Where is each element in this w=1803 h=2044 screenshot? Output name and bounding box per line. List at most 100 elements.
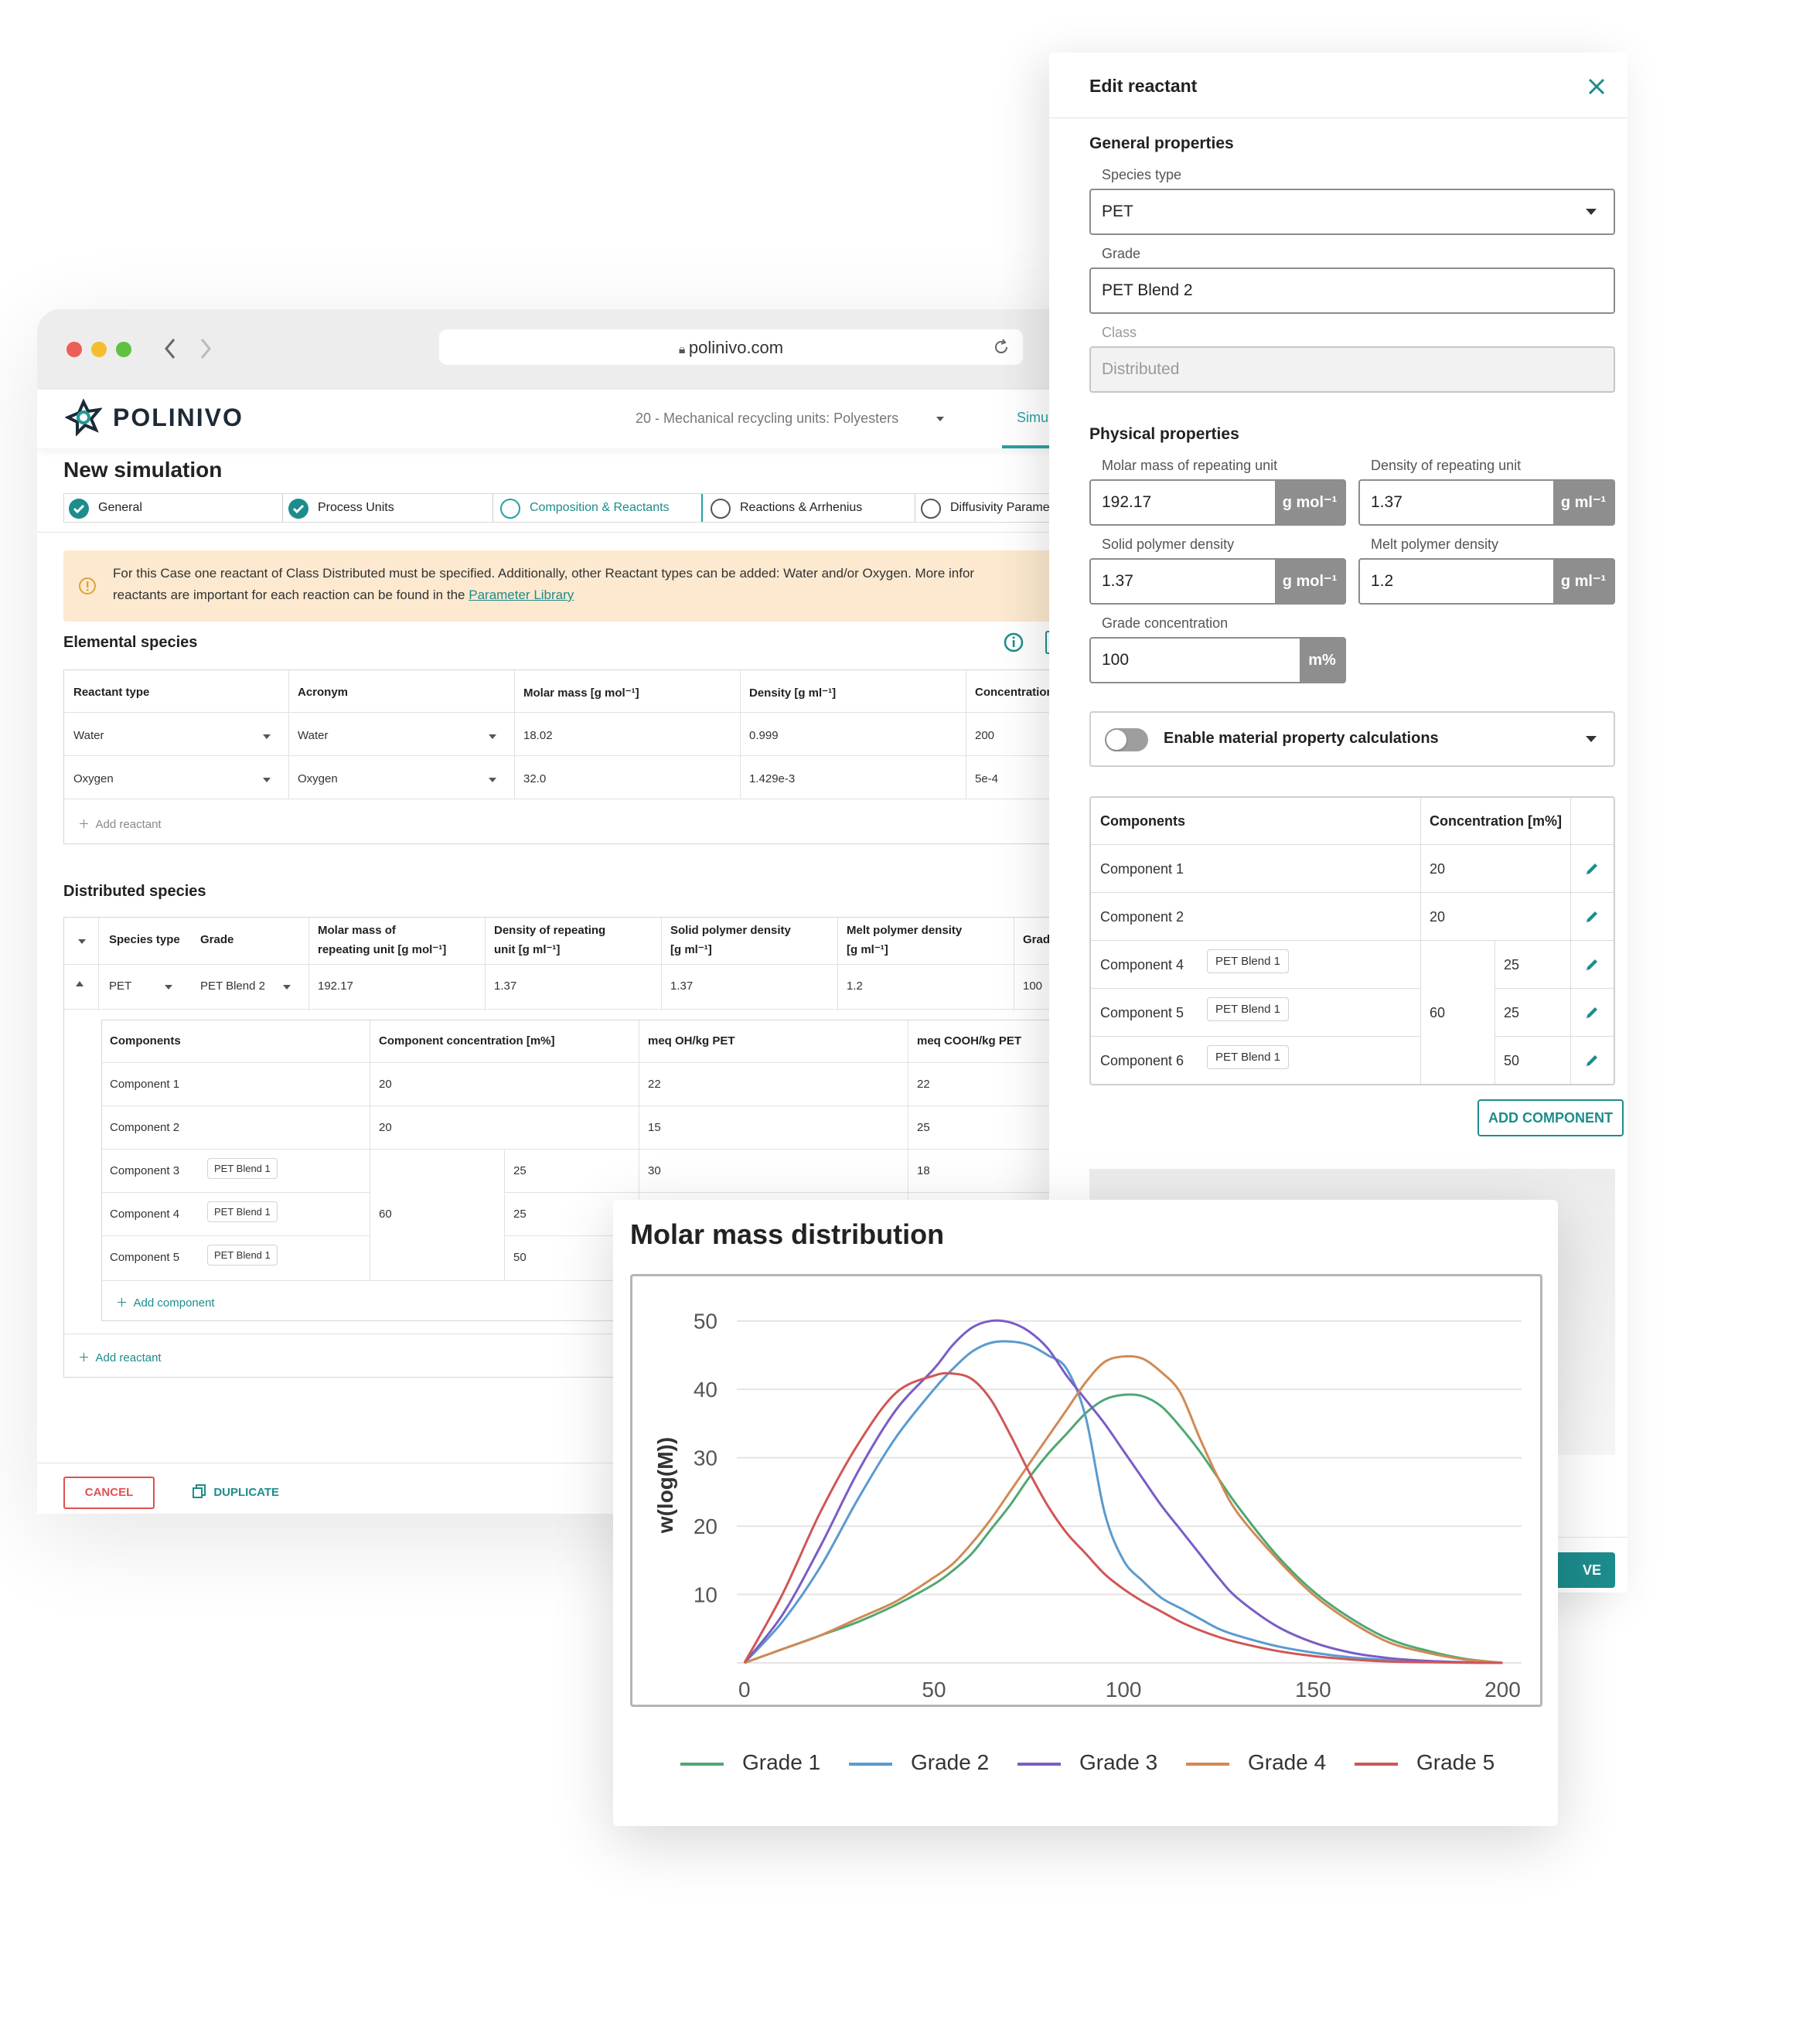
edit-icon[interactable] — [1584, 861, 1600, 877]
molar-mass-value: 192.17 — [1102, 493, 1152, 511]
acronym-select[interactable]: Water — [298, 729, 328, 742]
duplicate-button[interactable]: DUPLICATE — [192, 1477, 279, 1509]
component-concentration[interactable]: 20 — [1430, 909, 1445, 925]
species-type-select[interactable]: PET — [109, 979, 131, 993]
legend-item[interactable]: Grade 4 — [1186, 1750, 1326, 1775]
melt-density-value: 1.2 — [1371, 572, 1394, 590]
add-component-button[interactable]: ＋ Add component — [116, 1294, 215, 1310]
molar-mass-cell[interactable]: 18.02 — [523, 729, 553, 742]
sub-concentration[interactable]: 25 — [1504, 1005, 1519, 1021]
concentration-cell[interactable]: 200 — [975, 729, 994, 742]
solid-density-cell[interactable]: 1.37 — [670, 979, 693, 993]
component-concentration[interactable]: 20 — [379, 1121, 392, 1134]
grade-input[interactable]: PET Blend 2 — [1089, 267, 1615, 314]
add-reactant-button[interactable]: ＋ Add reactant — [78, 816, 162, 832]
group-concentration[interactable]: 60 — [379, 1208, 392, 1221]
density-input[interactable]: 1.37 g ml⁻¹ — [1358, 479, 1615, 526]
forward-icon[interactable] — [198, 337, 213, 360]
legend-swatch — [1186, 1762, 1229, 1766]
group-concentration[interactable]: 60 — [1430, 1005, 1445, 1021]
species-type-select[interactable]: PET — [1089, 189, 1615, 235]
sub-concentration[interactable]: 25 — [513, 1164, 527, 1177]
step-label: Process Units — [318, 501, 394, 514]
meq-cooh-cell[interactable]: 22 — [917, 1078, 930, 1091]
component-concentration[interactable]: 20 — [379, 1078, 392, 1091]
parameter-library-link[interactable]: Parameter Library — [469, 588, 574, 602]
step-general[interactable]: General — [64, 494, 281, 522]
grade-select[interactable]: PET Blend 2 — [200, 979, 265, 993]
y-axis-label: w(log(M)) — [653, 1437, 677, 1534]
chevron-up-icon[interactable] — [75, 979, 84, 987]
address-bar[interactable]: 🔒︎ polinivo.com — [439, 329, 1023, 365]
concentration-cell[interactable]: 5e-4 — [975, 772, 998, 785]
edit-icon[interactable] — [1584, 1005, 1600, 1020]
chevron-down-icon[interactable] — [283, 985, 291, 990]
acronym-select[interactable]: Oxygen — [298, 772, 338, 785]
density-cell[interactable]: 1.37 — [494, 979, 516, 993]
maximize-window-icon[interactable] — [116, 342, 131, 357]
close-window-icon[interactable] — [66, 342, 82, 357]
grade-concentration-label: Grade concentration — [1102, 615, 1229, 631]
legend-item[interactable]: Grade 5 — [1355, 1750, 1495, 1775]
chevron-down-icon[interactable] — [78, 939, 86, 944]
legend-item[interactable]: Grade 3 — [1017, 1750, 1157, 1775]
chevron-down-icon[interactable] — [1586, 736, 1597, 742]
reactant-type-select[interactable]: Oxygen — [73, 772, 114, 785]
polinivo-logo-icon[interactable] — [65, 399, 102, 436]
chevron-down-icon[interactable] — [263, 734, 271, 739]
chevron-down-icon[interactable] — [489, 734, 496, 739]
app-header: POLINIVO 20 - Mechanical recycling units… — [37, 390, 1116, 448]
chevron-down-icon[interactable] — [1586, 209, 1597, 215]
physical-properties-title: Physical properties — [1089, 425, 1239, 443]
chevron-down-icon[interactable] — [489, 778, 496, 782]
edit-icon[interactable] — [1584, 1053, 1600, 1068]
melt-density-cell[interactable]: 1.2 — [847, 979, 863, 993]
reactant-type-select[interactable]: Water — [73, 729, 104, 742]
grade-concentration-input[interactable]: 100 m% — [1089, 637, 1346, 683]
component-name: Component 2 — [1100, 909, 1184, 925]
molar-mass-cell[interactable]: 192.17 — [318, 979, 353, 993]
density-cell[interactable]: 0.999 — [749, 729, 779, 742]
info-icon[interactable] — [1004, 632, 1024, 652]
back-icon[interactable] — [162, 337, 178, 360]
legend-swatch — [849, 1762, 892, 1766]
add-reactant-button[interactable]: ＋ Add reactant — [78, 1349, 162, 1365]
chevron-down-icon[interactable] — [936, 417, 944, 421]
project-selector[interactable]: 20 - Mechanical recycling units: Polyest… — [636, 411, 898, 427]
close-icon[interactable] — [1587, 77, 1606, 96]
legend-item[interactable]: Grade 2 — [849, 1750, 989, 1775]
material-calculations-row[interactable]: Enable material property calculations — [1089, 711, 1615, 767]
grade-concentration-cell[interactable]: 100 — [1023, 979, 1042, 993]
step-reactions-arrhenius[interactable]: Reactions & Arrhenius — [706, 494, 915, 522]
molar-mass-cell[interactable]: 32.0 — [523, 772, 546, 785]
series-line-grade-3 — [743, 1319, 1503, 1664]
add-component-label: Add component — [133, 1296, 215, 1310]
component-concentration[interactable]: 20 — [1430, 861, 1445, 877]
density-cell[interactable]: 1.429e-3 — [749, 772, 795, 785]
cancel-button[interactable]: CANCEL — [63, 1477, 155, 1509]
sub-concentration[interactable]: 25 — [1504, 957, 1519, 973]
minimize-window-icon[interactable] — [91, 342, 107, 357]
chevron-down-icon[interactable] — [263, 778, 271, 782]
add-component-button[interactable]: ADD COMPONENT — [1478, 1099, 1624, 1136]
step-composition-reactants[interactable]: Composition & Reactants — [494, 494, 703, 522]
edit-icon[interactable] — [1584, 957, 1600, 973]
molar-mass-input[interactable]: 192.17 g mol⁻¹ — [1089, 479, 1346, 526]
sub-concentration[interactable]: 50 — [1504, 1053, 1519, 1069]
sub-concentration[interactable]: 50 — [513, 1251, 527, 1264]
step-process-units[interactable]: Process Units — [284, 494, 493, 522]
step-label: General — [98, 501, 142, 514]
sub-concentration[interactable]: 25 — [513, 1208, 527, 1221]
material-calculations-toggle[interactable] — [1105, 728, 1148, 751]
legend-item[interactable]: Grade 1 — [680, 1750, 820, 1775]
meq-oh-cell[interactable]: 30 — [648, 1164, 661, 1177]
meq-oh-cell[interactable]: 15 — [648, 1121, 661, 1134]
chevron-down-icon[interactable] — [165, 985, 172, 990]
meq-cooh-cell[interactable]: 25 — [917, 1121, 930, 1134]
meq-cooh-cell[interactable]: 18 — [917, 1164, 930, 1177]
melt-density-input[interactable]: 1.2 g ml⁻¹ — [1358, 558, 1615, 605]
meq-oh-cell[interactable]: 22 — [648, 1078, 661, 1091]
solid-density-input[interactable]: 1.37 g mol⁻¹ — [1089, 558, 1346, 605]
reload-icon[interactable] — [992, 338, 1011, 356]
edit-icon[interactable] — [1584, 909, 1600, 925]
